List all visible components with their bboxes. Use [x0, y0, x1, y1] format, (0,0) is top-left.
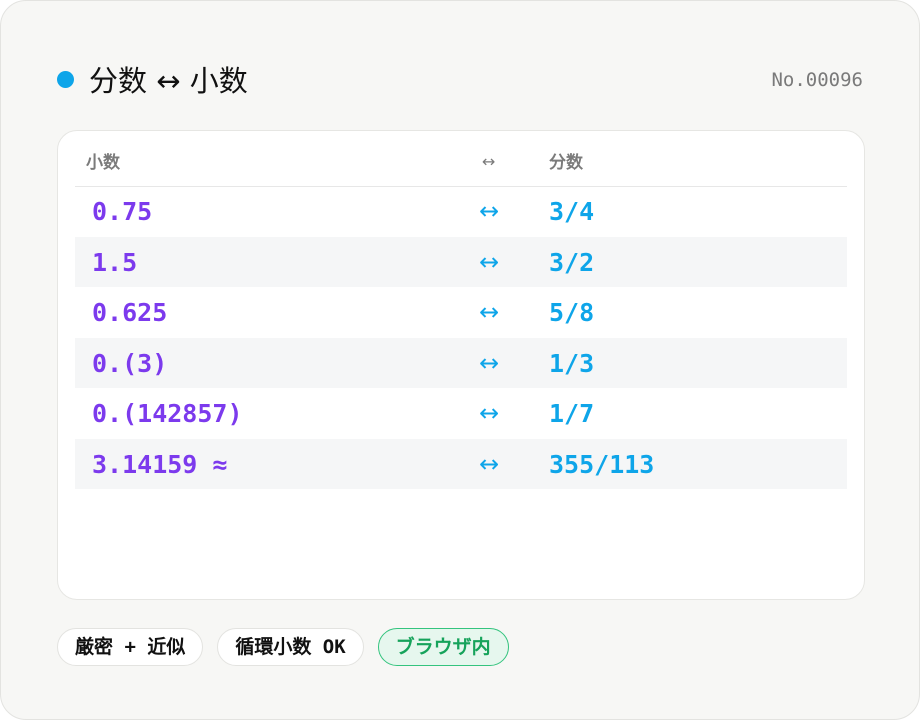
column-header-decimal: 小数 — [86, 153, 120, 173]
fraction-value: 1/3 — [549, 348, 595, 378]
feature-chips: 厳密 + 近似 循環小数 OK ブラウザ内 — [57, 628, 523, 666]
column-header-fraction: 分数 — [549, 153, 583, 173]
table-row: 0.625 ↔ 5/8 — [75, 287, 847, 338]
table-row: 1.5 ↔ 3/2 — [75, 236, 847, 287]
fraction-value: 355/113 — [549, 449, 655, 479]
fraction-value: 3/2 — [549, 247, 595, 277]
convert-arrow-icon: ↔ — [479, 348, 500, 377]
convert-arrow-icon: ↔ — [479, 247, 500, 276]
fraction-value: 3/4 — [549, 197, 595, 226]
column-header-arrow-icon: ↔ — [482, 152, 496, 171]
record-number: No.00096 — [771, 69, 863, 91]
chip-exact-approx: 厳密 + 近似 — [57, 628, 204, 666]
chip-repeating-decimals: 循環小数 OK — [217, 628, 364, 666]
table-row: 0.75 ↔ 3/4 — [75, 186, 847, 237]
convert-arrow-icon: ↔ — [479, 197, 500, 225]
decimal-value: 0.(142857) — [92, 399, 243, 428]
chip-in-browser: ブラウザ内 — [377, 628, 509, 666]
table-body: 0.75 ↔ 3/4 1.5 ↔ 3/2 0.625 ↔ 5/8 0.(3) ↔… — [75, 186, 847, 489]
decimal-value: 0.75 — [92, 197, 153, 226]
fraction-value: 1/7 — [549, 399, 595, 428]
decimal-value: 0.625 — [92, 298, 168, 327]
decimal-value: 3.14159 ≈ — [92, 449, 228, 479]
page-title: 分数 ↔ 小数 — [89, 64, 248, 98]
convert-arrow-icon: ↔ — [479, 399, 500, 427]
conversion-table: 小数 ↔ 分数 0.75 ↔ 3/4 1.5 ↔ 3/2 0.625 ↔ 5/8… — [57, 130, 865, 600]
status-dot — [57, 71, 74, 88]
table-row: 3.14159 ≈ ↔ 355/113 — [75, 438, 847, 489]
table-row: 0.(142857) ↔ 1/7 — [75, 388, 847, 439]
table-row: 0.(3) ↔ 1/3 — [75, 337, 847, 388]
converter-card: 分数 ↔ 小数 No.00096 小数 ↔ 分数 0.75 ↔ 3/4 1.5 … — [0, 0, 920, 720]
fraction-value: 5/8 — [549, 298, 595, 327]
table-header: 小数 ↔ 分数 — [75, 131, 847, 187]
convert-arrow-icon: ↔ — [479, 449, 500, 478]
convert-arrow-icon: ↔ — [479, 298, 500, 326]
decimal-value: 0.(3) — [92, 348, 168, 378]
decimal-value: 1.5 — [92, 247, 138, 277]
